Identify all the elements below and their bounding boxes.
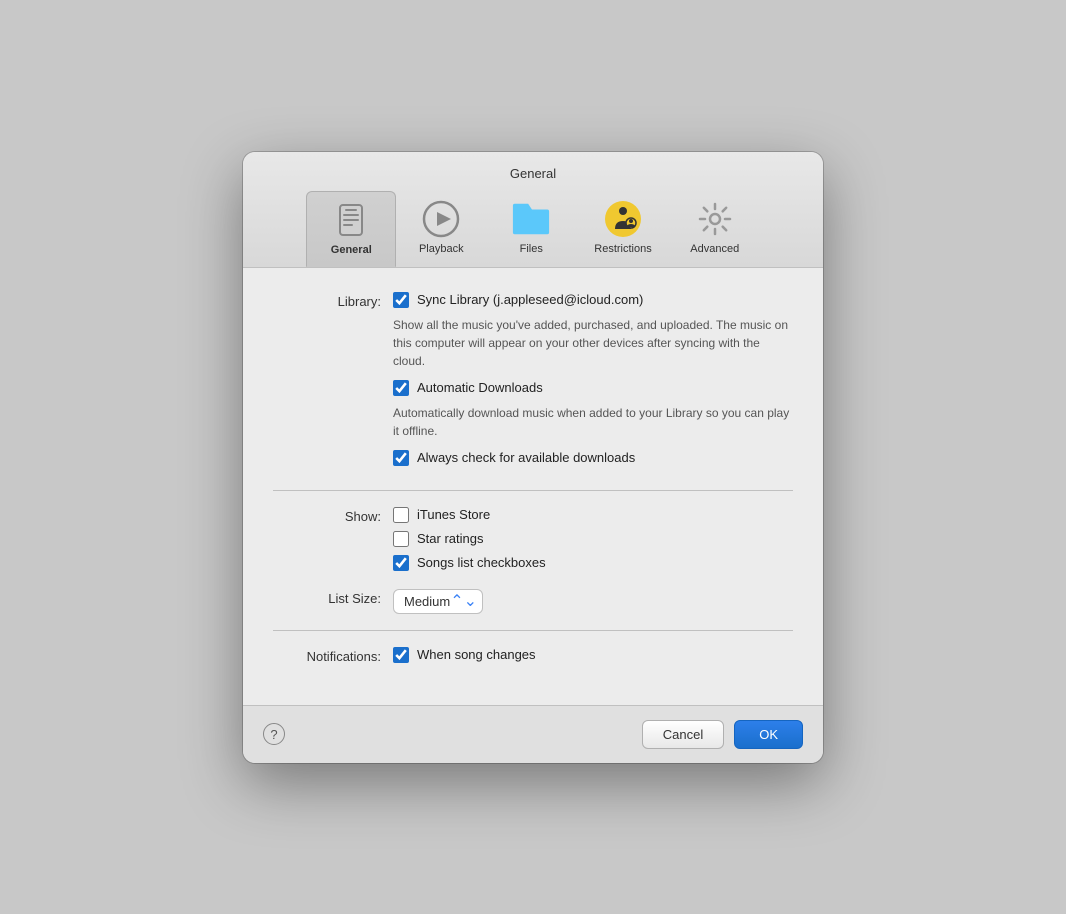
auto-downloads-description: Automatically download music when added …: [393, 404, 793, 440]
help-button[interactable]: ?: [263, 723, 285, 745]
tab-playback[interactable]: Playback: [396, 191, 486, 267]
when-song-checkbox[interactable]: [393, 647, 409, 663]
notifications-row: Notifications: When song changes: [273, 647, 793, 671]
always-check-row: Always check for available downloads: [393, 450, 793, 466]
star-ratings-checkbox[interactable]: [393, 531, 409, 547]
sync-library-label[interactable]: Sync Library (j.appleseed@icloud.com): [417, 292, 643, 307]
itunes-store-row: iTunes Store: [393, 507, 793, 523]
sync-library-checkbox[interactable]: [393, 292, 409, 308]
itunes-store-label[interactable]: iTunes Store: [417, 507, 490, 522]
tab-playback-label: Playback: [419, 243, 464, 255]
auto-downloads-label[interactable]: Automatic Downloads: [417, 380, 543, 395]
show-row: Show: iTunes Store Star ratings Songs li…: [273, 507, 793, 579]
always-check-label[interactable]: Always check for available downloads: [417, 450, 635, 465]
sync-library-row: Sync Library (j.appleseed@icloud.com): [393, 292, 793, 308]
tab-files[interactable]: Files: [486, 191, 576, 267]
tab-restrictions[interactable]: Restrictions: [576, 191, 669, 267]
songs-list-row: Songs list checkboxes: [393, 555, 793, 571]
divider-1: [273, 490, 793, 491]
library-content: Sync Library (j.appleseed@icloud.com) Sh…: [393, 292, 793, 474]
tab-advanced-label: Advanced: [690, 243, 739, 255]
toolbar: General Playback File: [243, 191, 823, 267]
library-label: Library:: [273, 292, 393, 309]
list-size-select[interactable]: Small Medium Large: [393, 589, 483, 614]
when-song-label[interactable]: When song changes: [417, 647, 536, 662]
show-content: iTunes Store Star ratings Songs list che…: [393, 507, 793, 579]
star-ratings-row: Star ratings: [393, 531, 793, 547]
playback-icon: [421, 199, 461, 239]
notifications-content: When song changes: [393, 647, 793, 671]
notifications-label: Notifications:: [273, 647, 393, 664]
star-ratings-label[interactable]: Star ratings: [417, 531, 483, 546]
title-bar: General General: [243, 152, 823, 268]
list-size-label: List Size:: [273, 589, 393, 606]
list-size-select-wrapper: Small Medium Large ⌃⌄: [393, 589, 483, 614]
window-title: General: [243, 166, 823, 181]
preferences-window: General General: [243, 152, 823, 763]
tab-advanced[interactable]: Advanced: [670, 191, 760, 267]
restrictions-icon: [603, 199, 643, 239]
buttons-group: Cancel OK: [642, 720, 803, 749]
songs-list-label[interactable]: Songs list checkboxes: [417, 555, 546, 570]
notifications-section: Notifications: When song changes: [273, 647, 793, 671]
itunes-store-checkbox[interactable]: [393, 507, 409, 523]
tab-restrictions-label: Restrictions: [594, 243, 651, 255]
library-row: Library: Sync Library (j.appleseed@iclou…: [273, 292, 793, 474]
tab-files-label: Files: [520, 243, 543, 255]
divider-2: [273, 630, 793, 631]
show-section: Show: iTunes Store Star ratings Songs li…: [273, 507, 793, 614]
list-size-content: Small Medium Large ⌃⌄: [393, 589, 793, 614]
tab-general[interactable]: General: [306, 191, 396, 267]
list-size-row: List Size: Small Medium Large ⌃⌄: [273, 589, 793, 614]
show-label: Show:: [273, 507, 393, 524]
advanced-icon: [695, 199, 735, 239]
bottom-bar: ? Cancel OK: [243, 705, 823, 763]
songs-list-checkbox[interactable]: [393, 555, 409, 571]
always-check-checkbox[interactable]: [393, 450, 409, 466]
auto-downloads-row: Automatic Downloads: [393, 380, 793, 396]
sync-library-description: Show all the music you've added, purchas…: [393, 316, 793, 370]
auto-downloads-checkbox[interactable]: [393, 380, 409, 396]
ok-button[interactable]: OK: [734, 720, 803, 749]
general-icon: [331, 200, 371, 240]
content-area: Library: Sync Library (j.appleseed@iclou…: [243, 268, 823, 705]
tab-general-label: General: [331, 244, 372, 256]
library-section: Library: Sync Library (j.appleseed@iclou…: [273, 292, 793, 474]
when-song-row: When song changes: [393, 647, 793, 663]
files-icon: [511, 199, 551, 239]
cancel-button[interactable]: Cancel: [642, 720, 724, 749]
